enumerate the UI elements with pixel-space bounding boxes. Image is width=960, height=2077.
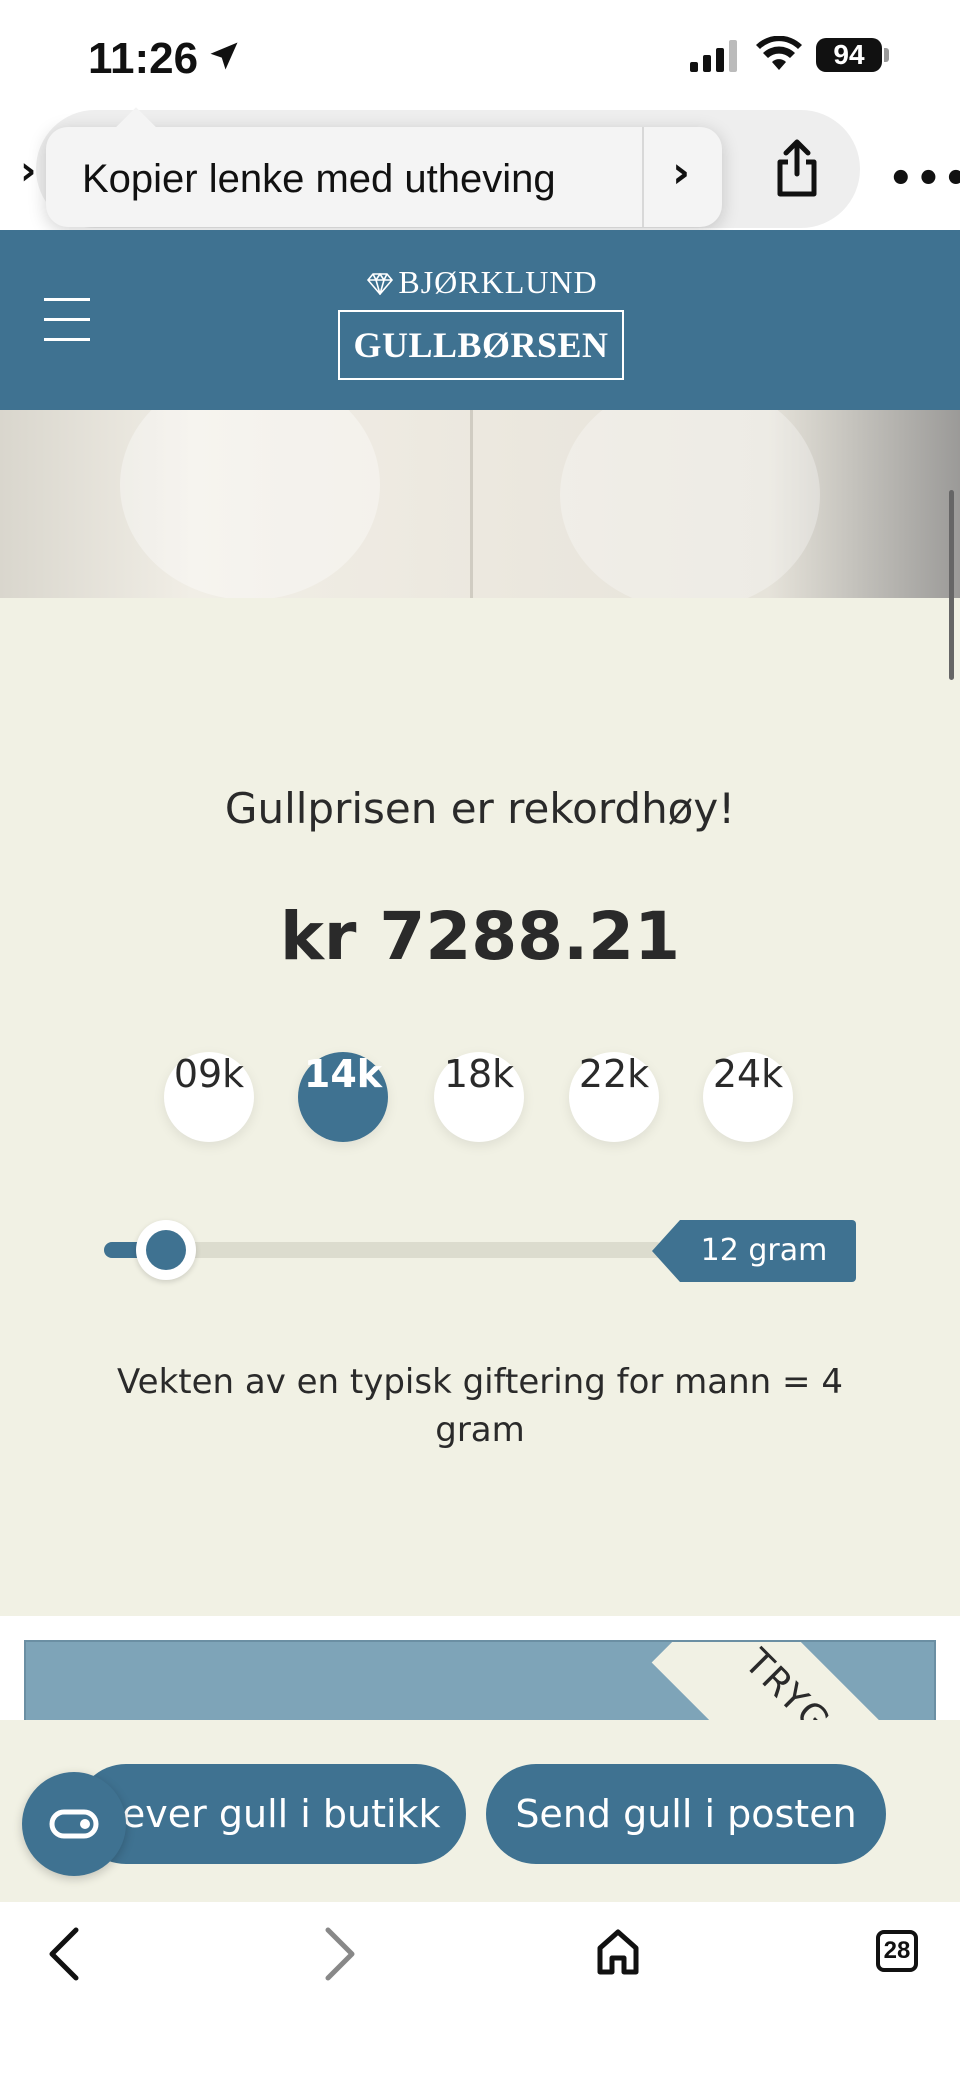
browser-toolbar: › Kopier lenke med utheving › ••• xyxy=(0,107,960,230)
share-icon[interactable] xyxy=(774,138,820,198)
chat-icon xyxy=(49,1809,99,1839)
tabs-count-button[interactable]: 28 xyxy=(876,1930,918,1972)
cellular-signal-icon xyxy=(690,40,737,72)
status-bar: 11:26 94 xyxy=(0,0,960,110)
copy-link-highlight-button[interactable]: Kopier lenke med utheving xyxy=(82,157,556,202)
chevron-left-icon[interactable]: › xyxy=(20,148,36,194)
back-icon[interactable] xyxy=(44,1924,84,1984)
site-header: BJØRKLUND GULLBØRSEN xyxy=(0,230,960,410)
battery-indicator: 94 xyxy=(816,38,882,72)
calculated-price: kr 7288.21 xyxy=(279,898,681,975)
location-arrow-icon xyxy=(210,42,238,70)
battery-tip xyxy=(884,48,889,62)
hero-image xyxy=(0,410,960,598)
more-options-icon[interactable]: ••• xyxy=(888,156,960,202)
karat-option-14k[interactable]: 14k xyxy=(298,1052,388,1142)
karat-option-18k[interactable]: 18k xyxy=(434,1052,524,1142)
forward-icon[interactable] xyxy=(320,1924,360,1984)
weight-slider-thumb[interactable] xyxy=(136,1220,196,1280)
popup-divider xyxy=(642,127,644,227)
promo-banner: TRYG xyxy=(24,1640,936,1722)
browser-bottom-nav: 28 xyxy=(0,1902,960,2077)
weight-caption: Vekten av en typisk giftering for mann =… xyxy=(117,1362,843,1450)
chevron-right-icon[interactable]: › xyxy=(672,147,690,198)
copy-link-popup: Kopier lenke med utheving › xyxy=(46,107,722,227)
diamond-icon xyxy=(367,272,394,297)
brand-logo-main[interactable]: GULLBØRSEN xyxy=(338,310,624,380)
gold-price-calculator: Gullprisen er rekordhøy! kr 7288.21 09k … xyxy=(0,598,960,1616)
status-time: 11:26 xyxy=(88,34,199,83)
store-delivery-button[interactable]: Lever gull i butikk xyxy=(76,1764,466,1864)
brand-top-text: BJØRKLUND xyxy=(398,264,598,300)
hamburger-menu-icon[interactable] xyxy=(44,298,90,342)
wifi-icon xyxy=(756,36,802,70)
weight-value-tag: 12 gram xyxy=(652,1220,856,1282)
karat-option-09k[interactable]: 09k xyxy=(164,1052,254,1142)
home-icon[interactable] xyxy=(594,1924,642,1980)
scrollbar[interactable] xyxy=(949,490,954,680)
chat-button[interactable] xyxy=(22,1772,126,1876)
brand-logo-top[interactable]: BJØRKLUND xyxy=(352,264,612,301)
karat-option-22k[interactable]: 22k xyxy=(569,1052,659,1142)
mail-delivery-button[interactable]: Send gull i posten xyxy=(486,1764,886,1864)
karat-option-24k[interactable]: 24k xyxy=(703,1052,793,1142)
next-section: TRYG xyxy=(0,1616,960,1722)
calculator-headline: Gullprisen er rekordhøy! xyxy=(224,784,736,833)
cta-bar: Lever gull i butikk Send gull i posten xyxy=(0,1720,960,1902)
